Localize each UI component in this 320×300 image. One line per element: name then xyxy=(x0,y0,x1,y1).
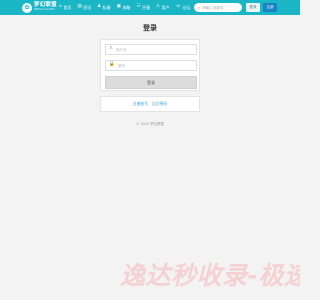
lock-icon: 🔒 xyxy=(109,62,115,68)
search-icon[interactable]: ⌕ xyxy=(198,5,200,10)
nav-menu: ⌂ 首页 ▤ 资讯 ♟ 私服 ▣ 攻略 ☷ 开服 ♙ 用户 ☏ 论坛 xyxy=(59,0,197,15)
nav-item-news[interactable]: ▤ 资讯 xyxy=(77,0,91,15)
search-box[interactable]: ⌕ xyxy=(194,3,242,12)
nav-item-guides[interactable]: ▣ 攻略 xyxy=(117,0,131,15)
forum-icon: ☏ xyxy=(175,4,182,10)
nav-item-servers[interactable]: ♟ 私服 xyxy=(97,0,111,15)
doc-icon: ▤ xyxy=(77,4,82,10)
site-logo[interactable]: ✿ 梦幻联盟 DREAM ALLIANCE xyxy=(22,2,57,13)
nav-item-label: 开服 xyxy=(141,4,150,10)
nav-item-label: 论坛 xyxy=(182,4,191,10)
forgot-password-link[interactable]: 忘记密码 xyxy=(152,101,167,107)
top-navbar: ✿ 梦幻联盟 DREAM ALLIANCE ⌂ 首页 ▤ 资讯 ♟ 私服 ▣ 攻… xyxy=(0,0,300,15)
list-icon: ☷ xyxy=(136,4,141,10)
password-input[interactable] xyxy=(117,61,196,70)
username-input[interactable] xyxy=(116,45,196,54)
nav-item-label: 攻略 xyxy=(122,4,131,10)
nav-item-forum[interactable]: ☏ 论坛 xyxy=(176,0,191,15)
nav-item-user[interactable]: ♙ 用户 xyxy=(156,0,170,15)
nav-item-home[interactable]: ⌂ 首页 xyxy=(59,0,71,15)
header-register-button[interactable]: 注册 xyxy=(263,3,277,12)
watermark: 逸达秒收录-极速 xyxy=(120,261,300,290)
nav-item-launch[interactable]: ☷ 开服 xyxy=(136,0,150,15)
nav-item-label: 资讯 xyxy=(83,4,92,10)
nav-item-label: 私服 xyxy=(102,4,111,10)
logo-icon: ✿ xyxy=(22,2,32,13)
password-field[interactable]: 🔒 xyxy=(105,60,197,71)
username-field[interactable]: ♙ xyxy=(105,44,197,55)
user-icon: ♙ xyxy=(109,46,114,52)
copyright: © 2025 梦幻联盟 xyxy=(136,122,164,126)
page-title: 登录 xyxy=(143,24,157,32)
login-submit-button[interactable]: 登录 xyxy=(105,76,197,89)
logo-subtitle: DREAM ALLIANCE xyxy=(34,8,55,12)
register-link[interactable]: 注册账号 xyxy=(133,101,148,107)
nav-item-label: 首页 xyxy=(63,4,72,10)
home-icon: ⌂ xyxy=(59,4,62,10)
account-links: 注册账号 忘记密码 xyxy=(100,96,200,112)
logo-text: 梦幻联盟 DREAM ALLIANCE xyxy=(34,3,57,11)
header-login-button[interactable]: 登录 xyxy=(246,3,260,12)
nav-item-label: 用户 xyxy=(161,4,170,10)
search-input[interactable] xyxy=(202,4,241,11)
game-icon: ♟ xyxy=(97,4,102,10)
user-icon: ♙ xyxy=(155,4,161,10)
book-icon: ▣ xyxy=(116,4,121,10)
login-form: ♙ 🔒 登录 xyxy=(100,39,200,91)
